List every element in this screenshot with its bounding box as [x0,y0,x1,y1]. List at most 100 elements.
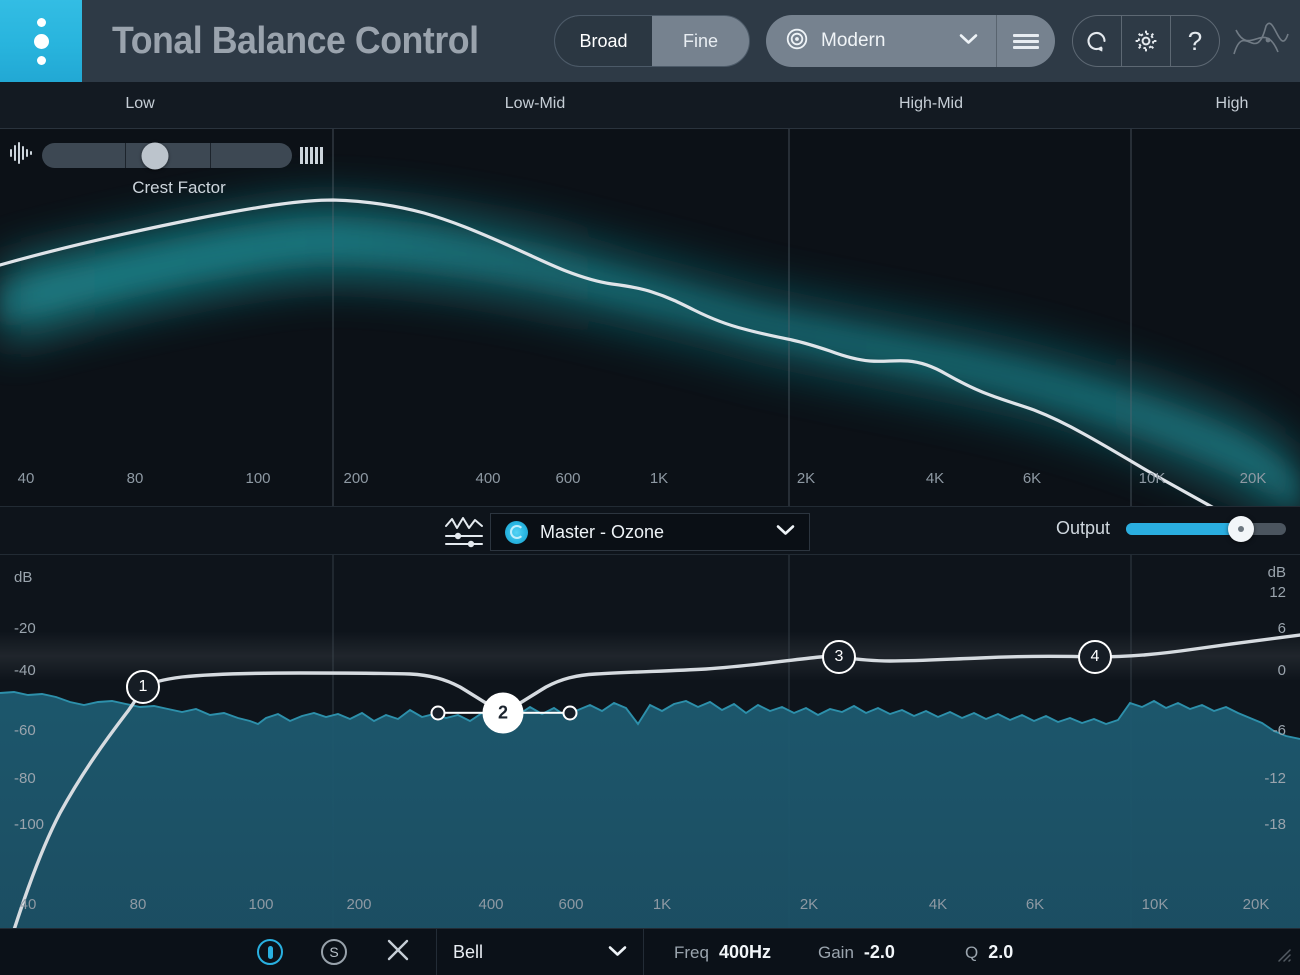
view-mode-fine[interactable]: Fine [652,16,749,66]
eq-freq-tick-600: 600 [558,896,583,913]
power-icon [257,939,283,965]
crest-factor-thumb[interactable] [141,142,168,169]
bypass-button[interactable] [238,929,302,975]
ozone-logo-icon [505,521,528,544]
eq-freq-tick-4k: 4K [929,896,947,913]
eq-freq-tick-10k: 10K [1142,896,1169,913]
output-slider-thumb[interactable] [1228,516,1254,542]
eq-graph-svg [0,555,1300,928]
db-axis-right-unit: dB [1268,564,1286,581]
db-tick-left-80: -80 [14,770,36,787]
eq-freq-tick-100: 100 [248,896,273,913]
target-icon [786,28,808,55]
preset-name: Modern [821,30,885,52]
module-dropdown[interactable]: Master - Ozone [490,513,810,551]
eq-node-3[interactable]: 3 [822,640,856,674]
freq-tick-10k: 10K [1139,470,1166,487]
crest-factor-label: Crest Factor [34,178,324,198]
gear-icon[interactable] [1122,16,1170,66]
output-label: Output [1056,518,1110,539]
eq-freq-tick-400: 400 [478,896,503,913]
hamburger-menu-icon[interactable] [997,15,1055,67]
band-label-low: Low [125,95,154,113]
module-name: Master - Ozone [540,522,664,543]
eq-node-1[interactable]: 1 [126,670,160,704]
frequency-band-header: Low Low-Mid High-Mid High [0,82,1300,129]
tonal-balance-control-window: Tonal Balance Control Broad Fine Modern [0,0,1300,975]
chevron-down-icon [776,523,795,541]
band-label-high-mid: High-Mid [899,95,963,113]
band-parameter-bar: S Bell Freq 400Hz Gain -2.0 Q 2.0 [0,928,1300,975]
remove-band-button[interactable] [366,929,430,975]
crest-factor-control: Crest Factor [8,141,326,203]
gain-parameter[interactable]: Gain -2.0 [818,942,895,963]
view-mode-toggle[interactable]: Broad Fine [554,15,750,67]
eq-freq-tick-6k: 6K [1026,896,1044,913]
solo-button[interactable]: S [302,929,366,975]
db-tick-left-40: -40 [14,662,36,679]
output-slider[interactable] [1126,523,1286,535]
close-x-icon [385,937,411,968]
db-tick-right-0: 0 [1278,662,1286,679]
q-parameter-label: Q [965,943,978,963]
db-tick-left-20: -20 [14,620,36,637]
db-tick-right-m6: -6 [1273,722,1286,739]
preset-selector: Modern [766,15,1055,67]
three-dots-icon[interactable] [0,0,82,82]
freq-tick-200: 200 [343,470,368,487]
module-toolbar: Master - Ozone Output [0,506,1300,555]
q-handle-right[interactable] [563,706,578,721]
freq-tick-400: 400 [475,470,500,487]
view-mode-broad[interactable]: Broad [555,16,652,66]
filter-shape-dropdown[interactable]: Bell [436,929,644,975]
freq-tick-4k: 4K [926,470,944,487]
crest-factor-slider[interactable] [42,143,292,168]
eq-graph[interactable]: dB -20 -40 -60 -80 -100 dB 12 6 0 -6 -12… [0,555,1300,928]
eq-freq-tick-200: 200 [346,896,371,913]
page-title: Tonal Balance Control [112,20,479,63]
db-tick-left-100: -100 [14,816,44,833]
eq-freq-tick-2k: 2K [800,896,818,913]
reset-circular-arrow-icon[interactable] [1073,16,1121,66]
freq-parameter-label: Freq [674,943,709,963]
eq-freq-tick-1k: 1K [653,896,671,913]
eq-freq-tick-20k: 20K [1243,896,1270,913]
freq-tick-2k: 2K [797,470,815,487]
db-tick-right-12: 12 [1269,584,1286,601]
eq-freq-tick-80: 80 [130,896,147,913]
freq-tick-6k: 6K [1023,470,1041,487]
tonal-balance-graph[interactable]: 40 80 100 200 400 600 1K 2K 4K 6K 10K 20… [0,129,1300,506]
q-parameter[interactable]: Q 2.0 [965,942,1013,963]
waveform-icon [8,141,34,170]
band-label-low-mid: Low-Mid [505,95,565,113]
question-mark-icon[interactable]: ? [1171,16,1219,66]
band-label-high: High [1216,95,1249,113]
db-axis-left-unit: dB [14,569,32,586]
eq-curve-sliders-icon[interactable] [443,515,485,549]
eq-node-4[interactable]: 4 [1078,640,1112,674]
eq-freq-tick-40: 40 [20,896,37,913]
q-parameter-value[interactable]: 2.0 [988,942,1013,963]
gain-parameter-value[interactable]: -2.0 [864,942,895,963]
chevron-down-icon [608,944,627,962]
db-tick-right-m12: -12 [1264,770,1286,787]
freq-parameter-value[interactable]: 400Hz [719,942,771,963]
preset-dropdown[interactable]: Modern [766,15,996,67]
freq-tick-40: 40 [18,470,35,487]
gain-parameter-label: Gain [818,943,854,963]
freq-tick-1k: 1K [650,470,668,487]
eq-node-2[interactable]: 2 [483,693,524,734]
freq-tick-100: 100 [245,470,270,487]
freq-tick-20k: 20K [1240,470,1267,487]
utility-button-group: ? [1072,15,1220,67]
solo-icon: S [321,939,347,965]
bars-icon [300,147,323,164]
resize-grip-icon[interactable] [1275,946,1293,969]
izotope-logo [1230,14,1292,68]
output-control: Output [1056,518,1286,539]
chevron-down-icon [959,32,978,50]
freq-parameter[interactable]: Freq 400Hz [674,942,771,963]
q-handle-left[interactable] [431,706,446,721]
db-tick-right-6: 6 [1278,620,1286,637]
freq-tick-600: 600 [555,470,580,487]
